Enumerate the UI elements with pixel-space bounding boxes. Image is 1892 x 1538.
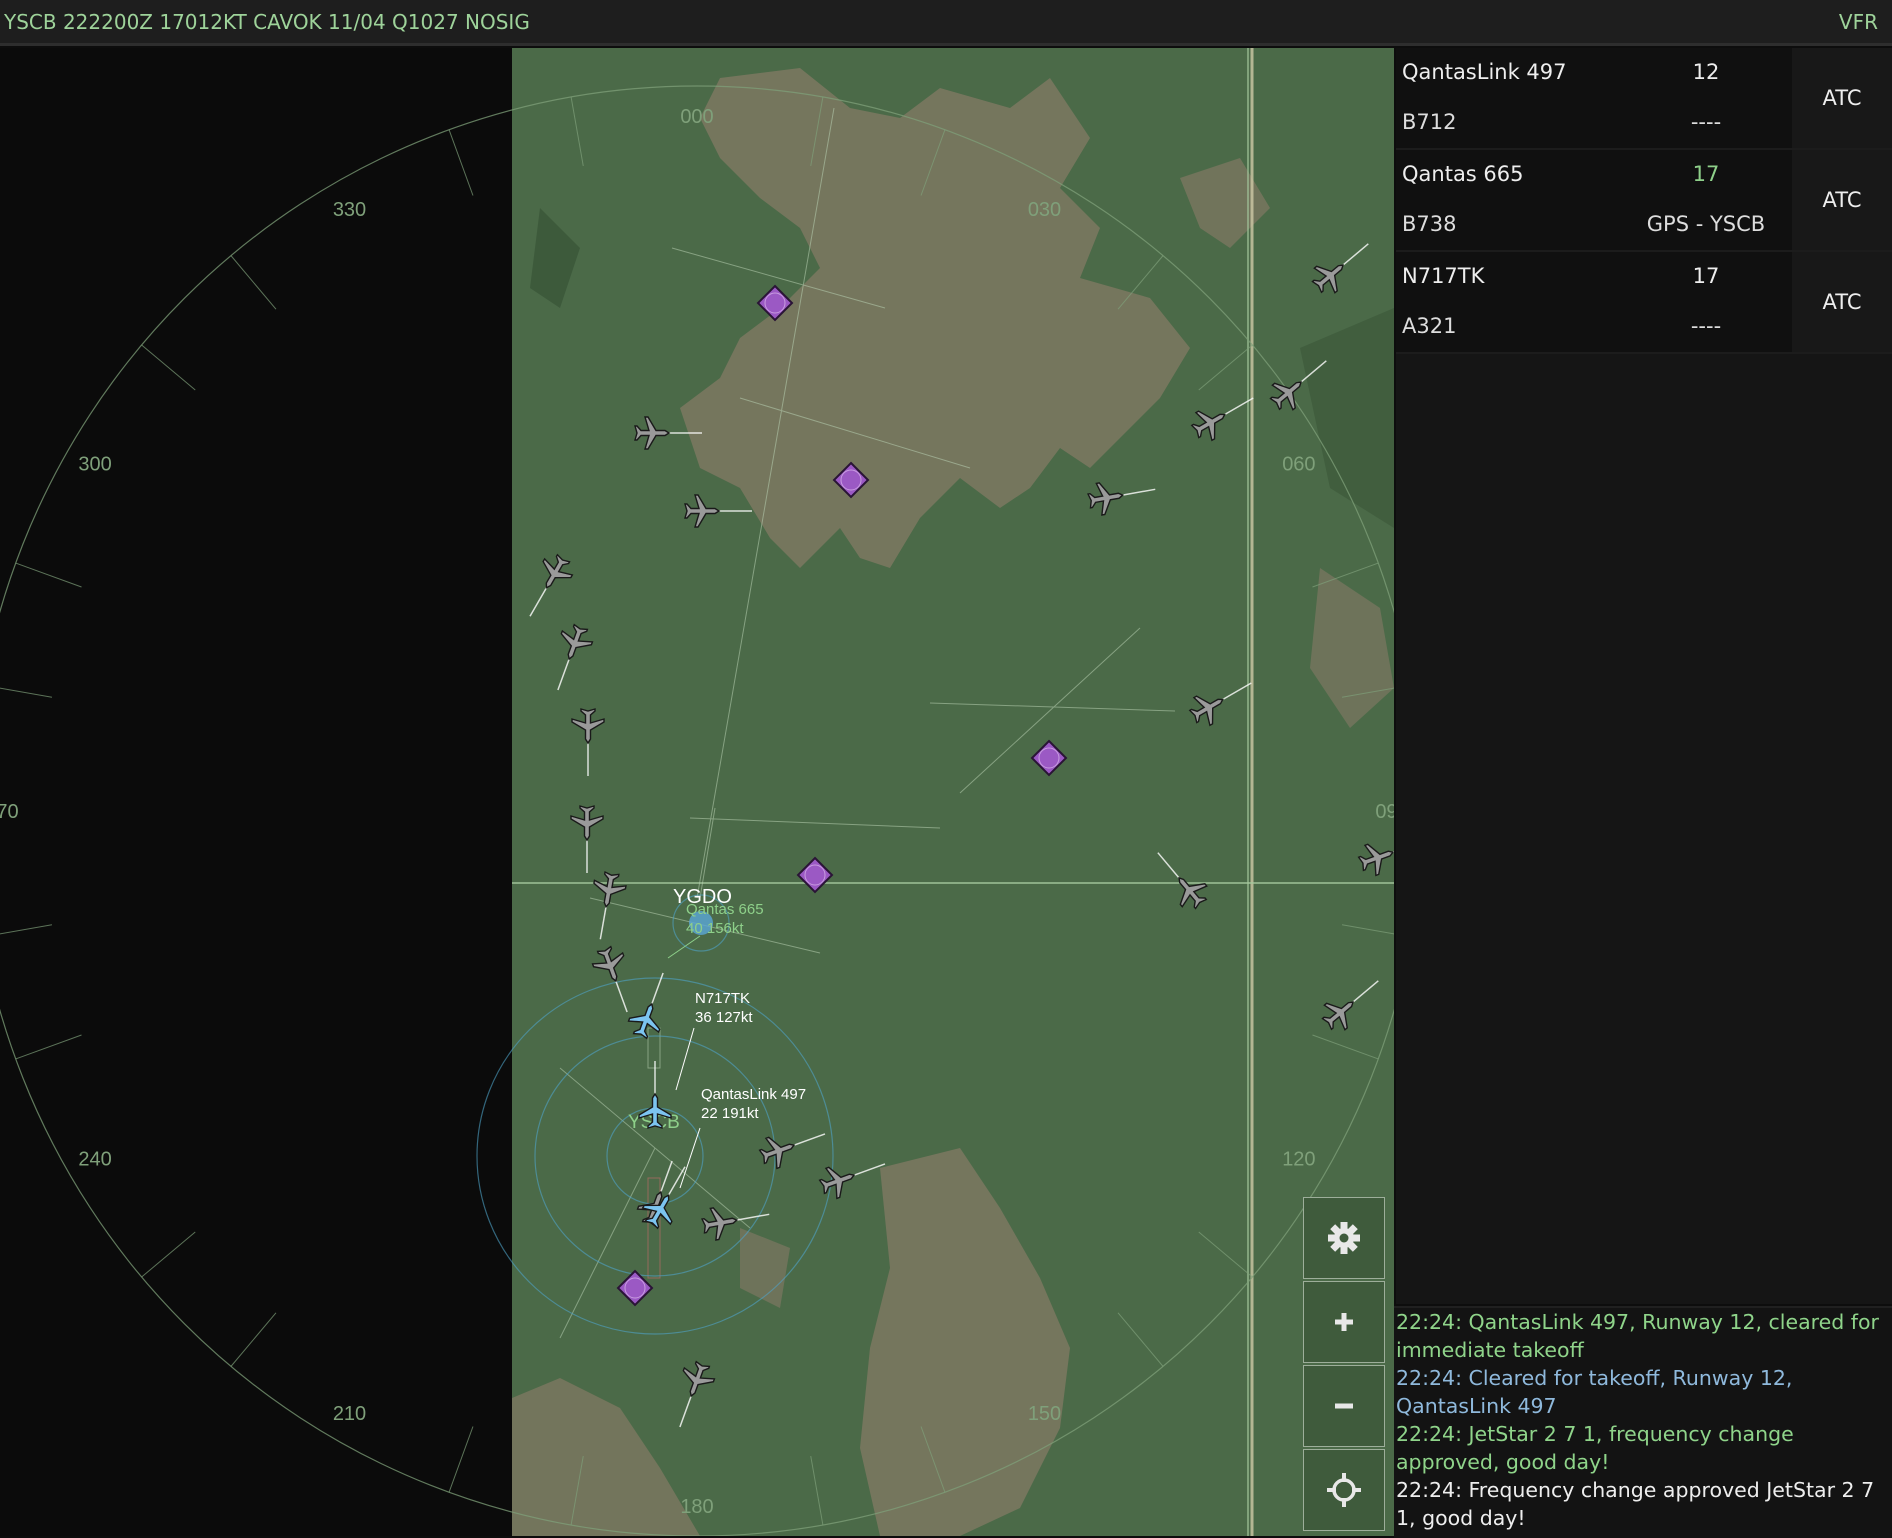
radar-scope[interactable]: 000030060090120150180210240270300330 YGD… <box>0 48 1394 1536</box>
map-controls <box>1303 1197 1385 1531</box>
terrain-map <box>512 48 1394 1536</box>
strip-atc-button[interactable]: ATC <box>1792 48 1892 148</box>
compass-label: 330 <box>333 199 366 221</box>
strip-callsign: Qantas 665 <box>1402 162 1524 186</box>
strip-callsign: N717TK <box>1402 264 1485 288</box>
strip-aircraft-type: B712 <box>1402 110 1457 134</box>
log-entry: 22:24: QantasLink 497, Runway 12, cleare… <box>1396 1310 1879 1362</box>
strip-aircraft-type: B738 <box>1402 212 1457 236</box>
top-status-bar: YSCB 222200Z 17012KT CAVOK 11/04 Q1027 N… <box>0 0 1892 46</box>
compass-label: 030 <box>1028 199 1061 221</box>
flight-strips: QantasLink 497 12 B712 ---- ATC Qantas 6… <box>1396 48 1892 354</box>
log-entry: 22:24: Cleared for takeoff, Runway 12, Q… <box>1396 1366 1793 1418</box>
flight-strip[interactable]: QantasLink 497 12 B712 ---- ATC <box>1396 48 1892 150</box>
settings-button[interactable] <box>1303 1197 1385 1279</box>
strip-route: ---- <box>1690 314 1722 338</box>
compass-label: 240 <box>78 1149 111 1171</box>
gear-icon <box>1328 1222 1360 1254</box>
compass-label: 270 <box>0 801 19 823</box>
strip-route: ---- <box>1690 110 1722 134</box>
zoom-out-icon <box>1335 1403 1353 1409</box>
log-entry: 22:24: Frequency change approved JetStar… <box>1396 1478 1875 1530</box>
strip-runway: 12 <box>1692 60 1720 84</box>
strip-atc-button[interactable]: ATC <box>1792 150 1892 250</box>
label-n717tk-callsign: N717TK <box>695 990 750 1007</box>
zoom-in-icon <box>1335 1313 1353 1331</box>
strip-route: GPS - YSCB <box>1646 212 1766 236</box>
label-qantas-665-callsign: Qantas 665 <box>686 901 764 918</box>
strip-aircraft-type: A321 <box>1402 314 1457 338</box>
recenter-icon <box>1327 1473 1361 1507</box>
log-entry: 22:24: JetStar 2 7 1, frequency change a… <box>1396 1422 1794 1474</box>
compass-label: 120 <box>1282 1149 1315 1171</box>
strip-atc-button[interactable]: ATC <box>1792 252 1892 352</box>
label-qantaslink-497-data: 22 191kt <box>701 1105 759 1122</box>
strip-runway: 17 <box>1692 264 1720 288</box>
sidebar-empty-area <box>1396 354 1892 1304</box>
compass-label: 300 <box>78 454 111 476</box>
zoom-in-button[interactable] <box>1303 1281 1385 1363</box>
metar-text: YSCB 222200Z 17012KT CAVOK 11/04 Q1027 N… <box>4 10 530 34</box>
label-n717tk-data: 36 127kt <box>695 1009 753 1026</box>
compass-label: 180 <box>680 1496 713 1518</box>
compass-label: 210 <box>333 1403 366 1425</box>
strip-callsign: QantasLink 497 <box>1402 60 1567 84</box>
compass-label: 090 <box>1375 801 1394 823</box>
strip-runway: 17 <box>1692 162 1720 186</box>
label-qantaslink-497-callsign: QantasLink 497 <box>701 1086 806 1103</box>
flight-strip[interactable]: N717TK 17 A321 ---- ATC <box>1396 252 1892 354</box>
compass-label: 000 <box>680 106 713 128</box>
compass-label: 150 <box>1028 1403 1061 1425</box>
compass-label: 060 <box>1282 454 1315 476</box>
flight-strip[interactable]: Qantas 665 17 B738 GPS - YSCB ATC <box>1396 150 1892 252</box>
zoom-out-button[interactable] <box>1303 1365 1385 1447</box>
radio-log: 22:24: QantasLink 497, Runway 12, cleare… <box>1394 1306 1892 1538</box>
label-qantas-665-data: 40 156kt <box>686 920 744 937</box>
flight-rules-indicator: VFR <box>1838 10 1878 34</box>
recenter-button[interactable] <box>1303 1449 1385 1531</box>
